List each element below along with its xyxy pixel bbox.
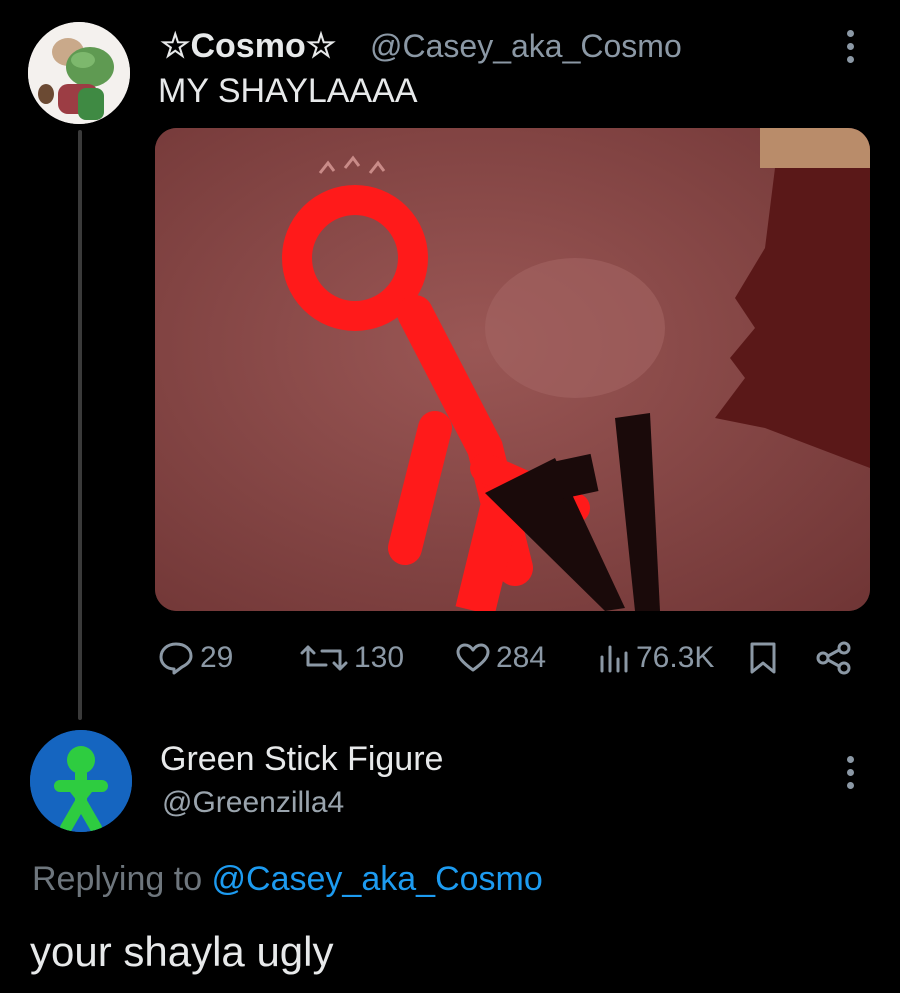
retweet-count: 130	[354, 641, 405, 674]
author-avatar[interactable]	[28, 22, 130, 124]
bookmark-action[interactable]	[748, 636, 778, 680]
replying-to-label: Replying to	[32, 860, 212, 898]
reply-text: your shayla ugly	[30, 928, 334, 975]
heart-icon	[456, 643, 490, 672]
replying-to-handle[interactable]: @Casey_aka_Cosmo	[212, 860, 543, 898]
views-icon	[600, 645, 628, 673]
tweet-media[interactable]	[155, 128, 870, 611]
like-action[interactable]: 284	[456, 636, 546, 680]
replying-to: Replying to @Casey_aka_Cosmo	[32, 860, 543, 899]
bookmark-icon	[750, 642, 776, 674]
share-icon	[816, 641, 851, 675]
retweet-action[interactable]: 130	[300, 636, 404, 680]
author-handle[interactable]: @Casey_aka_Cosmo	[370, 28, 682, 65]
reply-author-name[interactable]: Green Stick Figure	[160, 740, 443, 779]
avatar-image	[28, 22, 130, 124]
views-count: 76.3K	[636, 641, 715, 674]
reply-more-options-icon[interactable]	[844, 756, 856, 789]
green-stick-figure-avatar-icon	[30, 730, 132, 832]
reply-action[interactable]: 29	[158, 636, 233, 680]
more-options-icon[interactable]	[844, 30, 856, 63]
media-image	[155, 128, 870, 611]
share-action[interactable]	[816, 636, 852, 680]
reply-icon	[159, 642, 193, 675]
author-name[interactable]: ☆Cosmo☆	[160, 26, 336, 66]
reply-author-avatar[interactable]	[30, 730, 132, 832]
reply-author-handle[interactable]: @Greenzilla4	[162, 786, 344, 820]
retweet-icon	[300, 645, 348, 671]
tweet-text: MY SHAYLAAAA	[158, 72, 418, 110]
views-action[interactable]: 76.3K	[598, 636, 714, 680]
thread-connector	[78, 130, 82, 720]
reply-count: 29	[200, 641, 234, 674]
like-count: 284	[496, 641, 547, 674]
